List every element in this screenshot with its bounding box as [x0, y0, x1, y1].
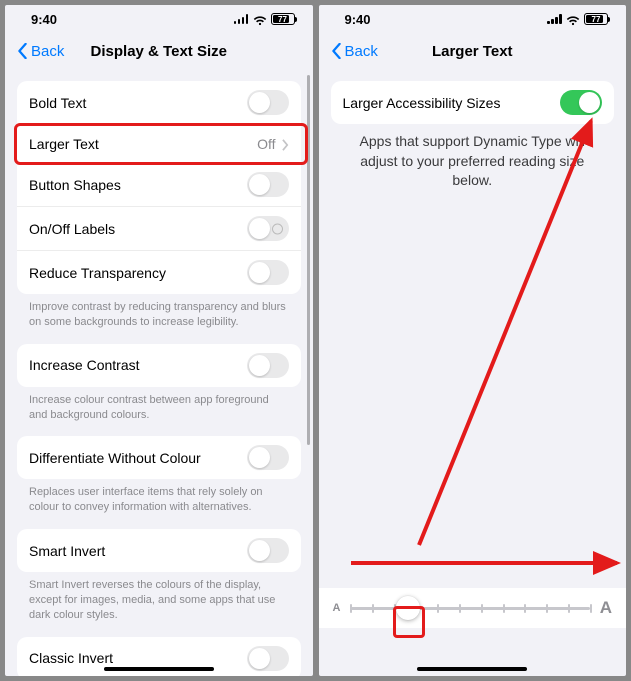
scroll-indicator	[307, 75, 310, 445]
row-onoff-labels[interactable]: On/Off Labels	[17, 206, 301, 250]
toggle-classic-invert[interactable]	[247, 646, 289, 671]
toggle-smart-invert[interactable]	[247, 538, 289, 563]
battery-icon: 77	[584, 13, 608, 25]
footer-smart-invert: Smart Invert reverses the colours of the…	[17, 572, 301, 637]
toggle-increase-contrast[interactable]	[247, 353, 289, 378]
row-button-shapes[interactable]: Button Shapes	[17, 162, 301, 206]
wifi-icon	[566, 14, 580, 25]
back-label: Back	[31, 43, 64, 60]
nav-bar: Back Larger Text	[319, 33, 627, 69]
wifi-icon	[253, 14, 267, 25]
footer-differentiate: Replaces user interface items that rely …	[17, 479, 301, 529]
chevron-right-icon	[282, 138, 289, 150]
toggle-accessibility-sizes[interactable]	[560, 90, 602, 115]
row-bold-text[interactable]: Bold Text	[17, 81, 301, 124]
slider-thumb[interactable]	[396, 596, 420, 620]
footer-reduce-transparency: Improve contrast by reducing transparenc…	[17, 294, 301, 344]
cellular-icon	[234, 14, 249, 24]
back-label: Back	[345, 43, 378, 60]
battery-icon: 77	[271, 13, 295, 25]
hint-text: Apps that support Dynamic Type will adju…	[331, 124, 615, 191]
status-time: 9:40	[31, 12, 57, 27]
row-reduce-transparency[interactable]: Reduce Transparency	[17, 250, 301, 294]
screenshot-right: 9:40 77 Back Larger Text Larger Accessib…	[319, 5, 627, 676]
toggle-button-shapes[interactable]	[247, 172, 289, 197]
status-bar: 9:40 77	[319, 5, 627, 33]
back-button[interactable]: Back	[17, 43, 64, 60]
toggle-bold-text[interactable]	[247, 90, 289, 115]
toggle-reduce-transparency[interactable]	[247, 260, 289, 285]
home-indicator[interactable]	[417, 667, 527, 671]
row-differentiate-colour[interactable]: Differentiate Without Colour	[17, 436, 301, 479]
slider-min-icon: A	[333, 602, 341, 614]
row-increase-contrast[interactable]: Increase Contrast	[17, 344, 301, 387]
slider-track[interactable]	[350, 607, 589, 610]
slider-max-icon: A	[600, 598, 612, 618]
back-button[interactable]: Back	[331, 43, 378, 60]
row-accessibility-sizes[interactable]: Larger Accessibility Sizes	[331, 81, 615, 124]
toggle-differentiate[interactable]	[247, 445, 289, 470]
toggle-onoff-labels[interactable]	[247, 216, 289, 241]
nav-bar: Back Display & Text Size	[5, 33, 313, 69]
screenshot-left: 9:40 77 Back Display & Text Size Bold Te…	[5, 5, 313, 676]
home-indicator[interactable]	[104, 667, 214, 671]
status-bar: 9:40 77	[5, 5, 313, 33]
cellular-icon	[547, 14, 562, 24]
row-smart-invert[interactable]: Smart Invert	[17, 529, 301, 572]
row-larger-text[interactable]: Larger Text Off	[17, 124, 301, 162]
status-time: 9:40	[345, 12, 371, 27]
footer-increase-contrast: Increase colour contrast between app for…	[17, 387, 301, 437]
text-size-slider[interactable]: A A	[319, 588, 627, 628]
